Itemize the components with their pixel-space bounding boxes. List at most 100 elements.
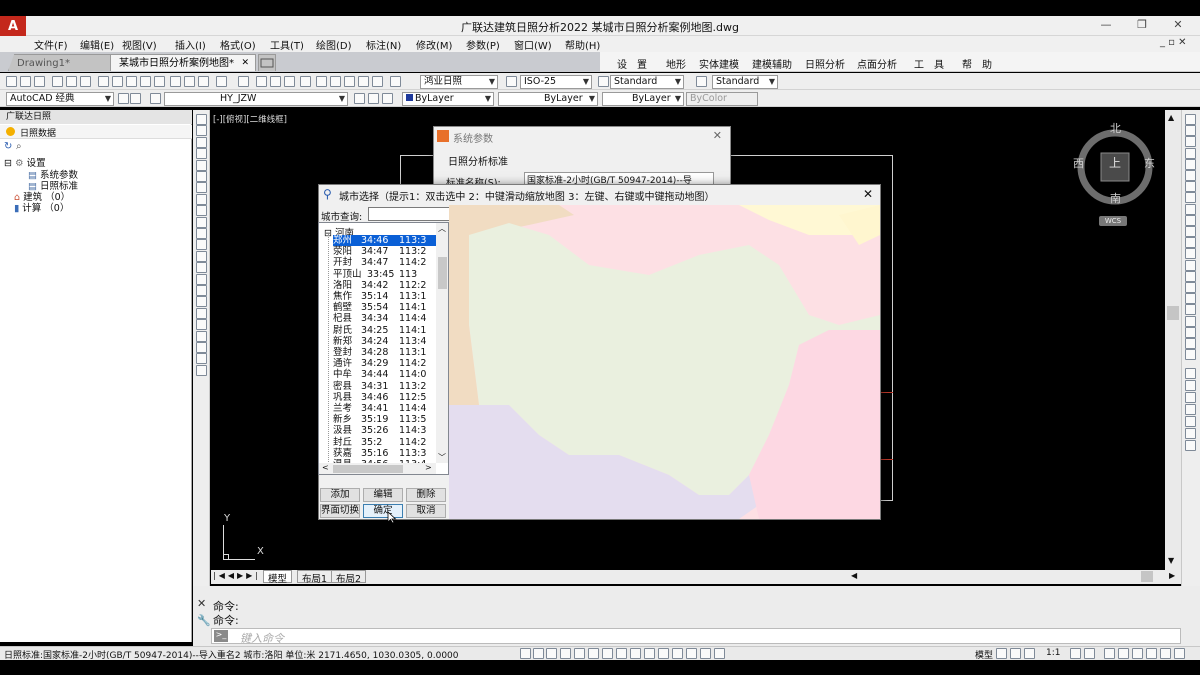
toolbar-icon-3[interactable] <box>52 76 63 87</box>
status-icon-16[interactable] <box>1010 648 1021 659</box>
city-list-item[interactable]: 鹤壁 35:54 114:1 <box>333 302 436 313</box>
toolbar-icon-17[interactable] <box>270 76 281 87</box>
status-icon-12[interactable] <box>686 648 697 659</box>
tablestyle-combo[interactable]: Standard ▼ <box>712 75 778 89</box>
color-combo[interactable]: ByLayer ▼ <box>402 92 494 106</box>
list-vscrollbar[interactable]: ︿ ﹀ <box>436 223 448 463</box>
modify-icon-27[interactable] <box>1185 428 1196 439</box>
draw-icon-2[interactable] <box>196 136 207 148</box>
city-list-item[interactable]: 密县 34:31 113:2 <box>333 381 436 392</box>
chevron-up-icon[interactable]: ︿ <box>438 223 446 234</box>
layer-toolbar-icon-1[interactable] <box>130 93 141 104</box>
scroll-up-icon[interactable]: ▲ <box>1168 113 1174 122</box>
city-list-item[interactable]: 巩县 34:46 112:5 <box>333 392 436 403</box>
modify-icon-9[interactable] <box>1185 214 1196 226</box>
sun-data-tab[interactable]: 日照数据 <box>20 126 56 139</box>
tab-layout1[interactable]: 布局1 <box>297 570 333 585</box>
cancel-button[interactable]: 取消 <box>406 504 446 518</box>
city-list-item[interactable]: 洛阳 34:42 112:2 <box>333 280 436 291</box>
modify-icon-7[interactable] <box>1185 192 1196 204</box>
modify-icon-14[interactable] <box>1185 270 1196 282</box>
menu-item-8[interactable]: 修改(M) <box>416 37 452 52</box>
toolbar-icon-9[interactable] <box>140 76 151 87</box>
draw-icon-20[interactable] <box>196 342 207 353</box>
menu-item-2[interactable]: 视图(V) <box>122 37 157 52</box>
status-icon-0[interactable] <box>520 648 531 659</box>
modify-icon-4[interactable] <box>1185 158 1196 170</box>
layer-toolbar-icon-2[interactable] <box>150 93 161 104</box>
city-list-item[interactable]: 郑州 34:46 113:3 <box>333 235 436 247</box>
modify-icon-25[interactable] <box>1185 404 1196 415</box>
edit-button[interactable]: 编辑 <box>363 488 403 502</box>
status-icon-19[interactable] <box>1084 648 1095 659</box>
city-list-item[interactable]: 新乡 35:19 113:5 <box>333 414 436 425</box>
toolbar-icon-6[interactable] <box>98 76 109 87</box>
modify-icon-12[interactable] <box>1185 248 1196 260</box>
modify-icon-1[interactable] <box>1185 125 1196 137</box>
custom-menu-item-3[interactable]: 建模辅助 <box>752 56 792 71</box>
draw-icon-22[interactable] <box>196 364 207 376</box>
layer-toolbar-icon-4[interactable] <box>368 93 379 104</box>
menu-item-5[interactable]: 工具(T) <box>270 37 304 52</box>
city-tree-list[interactable]: ⊟ 河南 郑州 34:46 113:3 荥阳 34:47 113:2 开封 34:47 114:… <box>318 222 449 475</box>
close-button[interactable]: ✕ <box>1164 17 1192 33</box>
modify-icon-15[interactable] <box>1185 282 1196 293</box>
city-list-item[interactable]: 新郑 34:24 113:4 <box>333 336 436 347</box>
menu-item-4[interactable]: 格式(O) <box>220 37 256 52</box>
toolbar-icon-4[interactable] <box>66 76 77 87</box>
modify-icon-17[interactable] <box>1185 304 1196 316</box>
modify-icon-19[interactable] <box>1185 326 1196 338</box>
tab-active-drawing[interactable]: 某城市日照分析案例地图* ✕ <box>110 54 256 71</box>
draw-icon-6[interactable] <box>196 182 207 194</box>
custom-menu-item-1[interactable]: 地形 <box>666 56 686 71</box>
toolbar-icon-22[interactable] <box>344 76 355 87</box>
custom-menu-item-4[interactable]: 日照分析 <box>805 56 845 71</box>
command-input[interactable]: >_ 键入命令 <box>211 628 1181 645</box>
hscroll-thumb[interactable] <box>1141 571 1153 582</box>
draw-icon-17[interactable] <box>196 307 207 319</box>
new-tab-button[interactable] <box>258 54 276 71</box>
status-icon-14[interactable] <box>714 648 725 659</box>
modify-icon-22[interactable] <box>1185 368 1196 379</box>
draw-icon-4[interactable] <box>196 159 207 171</box>
scroll-down-icon[interactable]: ▼ <box>1168 556 1174 565</box>
custom-menu-item-6[interactable]: 工 具 <box>914 56 944 71</box>
cmd-settings-icon[interactable]: 🔧 <box>197 614 211 627</box>
draw-icon-14[interactable] <box>196 273 207 285</box>
draw-icon-13[interactable] <box>196 262 207 274</box>
city-list-item[interactable]: 尉氏 34:25 114:1 <box>333 325 436 336</box>
status-icon-22[interactable] <box>1132 648 1143 659</box>
model-space-toggle[interactable]: 模型 <box>975 648 993 661</box>
ok-button[interactable]: 确定 <box>363 504 403 518</box>
city-list-item[interactable]: 兰考 34:41 114:4 <box>333 403 436 414</box>
toolbar-icon-10[interactable] <box>154 76 165 87</box>
toolbar-icon-16[interactable] <box>256 76 267 87</box>
status-icon-21[interactable] <box>1118 648 1129 659</box>
toolbar-icon-19[interactable] <box>300 76 311 87</box>
tab-model[interactable]: 模型 <box>263 570 293 585</box>
modify-icon-23[interactable] <box>1185 380 1196 391</box>
modify-icon-11[interactable] <box>1185 237 1196 249</box>
city-list-item[interactable]: 汲县 35:26 114:3 <box>333 425 436 436</box>
toolbar-icon-18[interactable] <box>284 76 295 87</box>
menu-item-0[interactable]: 文件(F) <box>34 37 68 52</box>
list-hscroll-thumb[interactable] <box>333 465 403 473</box>
doc-window-controls[interactable]: _ ▫ ✕ <box>1160 37 1187 48</box>
modify-icon-16[interactable] <box>1185 293 1196 305</box>
toolbar-icon-20[interactable] <box>316 76 327 87</box>
tree-calculations[interactable]: ▮ 计算 （0） <box>14 200 69 214</box>
city-list-item[interactable]: 封丘 35:2 114:2 <box>333 437 436 448</box>
search-icon[interactable]: ⌕ <box>16 141 22 152</box>
city-list-item[interactable]: 获嘉 35:16 113:3 <box>333 448 436 459</box>
menu-item-7[interactable]: 标注(N) <box>366 37 401 52</box>
compass-top-button[interactable]: 上 <box>1109 154 1121 171</box>
modify-icon-26[interactable] <box>1185 416 1196 427</box>
modify-icon-24[interactable] <box>1185 392 1196 403</box>
modify-icon-8[interactable] <box>1185 203 1196 215</box>
status-icon-3[interactable] <box>560 648 571 659</box>
hscroll-right-icon[interactable]: ▶ <box>1169 571 1175 580</box>
modify-icon-21[interactable] <box>1185 349 1196 361</box>
tab-close-icon[interactable]: ✕ <box>241 55 249 72</box>
draw-icon-8[interactable] <box>196 205 207 217</box>
status-icon-17[interactable] <box>1024 648 1035 659</box>
